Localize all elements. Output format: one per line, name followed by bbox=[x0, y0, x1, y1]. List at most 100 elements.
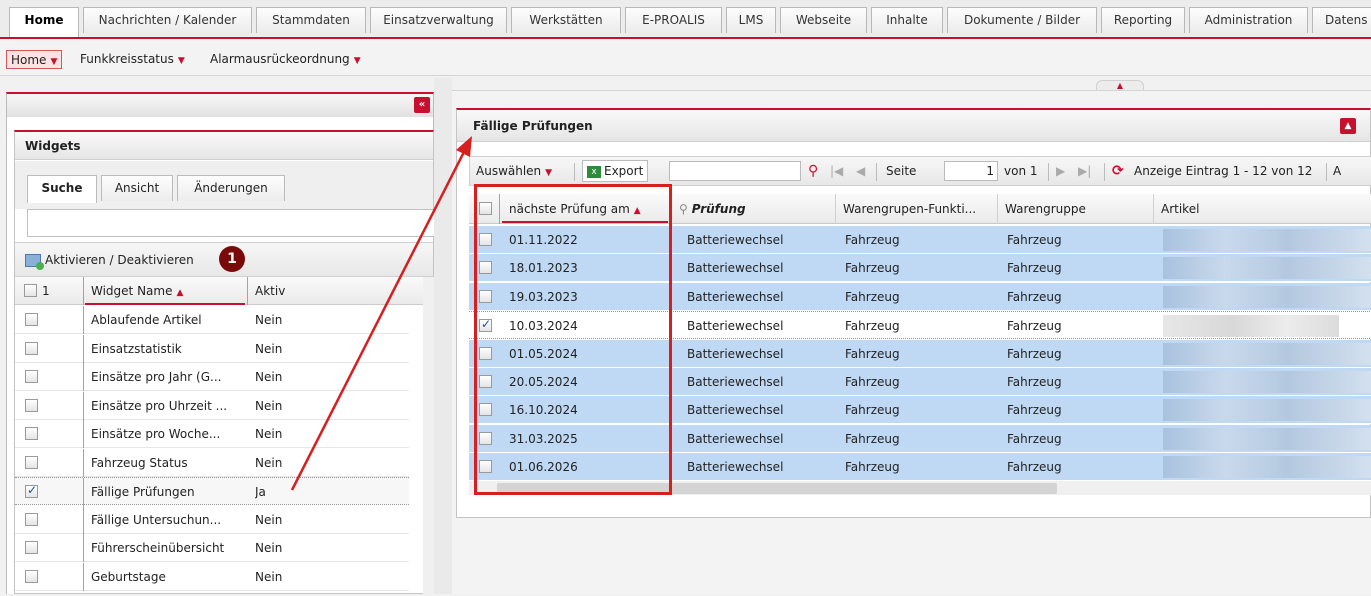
step-badge: 1 bbox=[219, 246, 245, 272]
search-icon[interactable]: ⚲ bbox=[808, 157, 818, 185]
widget-active: Nein bbox=[255, 569, 283, 584]
column-separator bbox=[1153, 194, 1154, 224]
col-warengruppe[interactable]: Warengruppe bbox=[1005, 194, 1086, 224]
select-all-checkbox[interactable] bbox=[24, 284, 37, 297]
warengruppen-funktion: Fahrzeug bbox=[845, 431, 900, 446]
highlight-box bbox=[474, 184, 672, 495]
tab-einsatzverwaltung[interactable]: Einsatzverwaltung bbox=[370, 7, 507, 33]
tab-dokumente-bilder[interactable]: Dokumente / Bilder bbox=[947, 7, 1097, 33]
tab-reporting[interactable]: Reporting bbox=[1101, 7, 1185, 33]
widgets-search-input[interactable] bbox=[27, 209, 435, 237]
widget-row[interactable]: Einsätze pro Jahr (G... Nein bbox=[15, 363, 409, 391]
pruefung-name: Batteriewechsel bbox=[687, 346, 784, 361]
main-tab-bar: Home Nachrichten / Kalender Stammdaten E… bbox=[0, 0, 1371, 38]
widget-name: Führerscheinübersicht bbox=[91, 541, 225, 555]
warengruppen-funktion: Fahrzeug bbox=[845, 233, 900, 247]
tab-e-proalis[interactable]: E-PROALIS bbox=[625, 7, 722, 33]
col-artikel[interactable]: Artikel bbox=[1161, 194, 1199, 224]
col-warengruppen-funktion[interactable]: Warengrupen-Funkti... bbox=[843, 194, 995, 224]
artikel-redacted bbox=[1163, 371, 1371, 393]
widget-active: Nein bbox=[255, 398, 283, 413]
widget-name: Einsätze pro Woche... bbox=[91, 427, 221, 441]
widgets-toolbar: Aktivieren / Deaktivieren 1 bbox=[15, 242, 433, 277]
widgets-title: Widgets bbox=[15, 132, 433, 160]
artikel-redacted bbox=[1163, 456, 1371, 479]
row-checkbox[interactable] bbox=[25, 427, 38, 440]
widget-row[interactable]: Einsatzstatistik Nein bbox=[15, 334, 409, 363]
row-checkbox[interactable] bbox=[25, 512, 38, 526]
column-separator bbox=[83, 277, 84, 305]
col-aktiv[interactable]: Aktiv bbox=[255, 277, 285, 305]
select-dropdown[interactable]: Auswählen ▼ bbox=[476, 157, 552, 185]
activate-deactivate-button[interactable]: Aktivieren / Deaktivieren bbox=[25, 250, 194, 270]
tab-nachrichten-kalender[interactable]: Nachrichten / Kalender bbox=[83, 7, 252, 33]
row-checkbox[interactable] bbox=[25, 341, 38, 355]
splitter-collapse-icon[interactable]: ▲ bbox=[1096, 80, 1144, 90]
grid-search-input[interactable] bbox=[669, 161, 801, 181]
widget-row[interactable]: Einsätze pro Woche... Nein bbox=[15, 420, 409, 448]
row-checkbox[interactable] bbox=[25, 483, 38, 498]
toolbar-separator bbox=[1048, 163, 1049, 181]
widget-name: Einsätze pro Jahr (G... bbox=[91, 370, 222, 384]
tab-datens[interactable]: Datens bbox=[1312, 7, 1371, 33]
col-pruefung[interactable]: ⚲ Prüfung bbox=[679, 194, 746, 224]
column-separator bbox=[83, 306, 84, 334]
row-checkbox[interactable] bbox=[25, 313, 38, 326]
tab-bar-underline bbox=[0, 37, 1371, 39]
last-page-icon[interactable]: ▶| bbox=[1078, 157, 1091, 185]
sub-navigation: Home ▼ Funkkreisstatus ▼ Alarmausrückeordn… bbox=[0, 40, 1371, 76]
first-page-icon[interactable]: |◀ bbox=[830, 157, 843, 185]
widget-row[interactable]: Einsätze pro Uhrzeit ... Nein bbox=[15, 391, 409, 420]
subnav-home[interactable]: Home ▼ bbox=[6, 50, 63, 69]
pruefung-name: Batteriewechsel bbox=[687, 375, 784, 389]
tab-inhalte[interactable]: Inhalte bbox=[871, 7, 943, 33]
col-widget-name[interactable]: Widget Name ▲ bbox=[91, 277, 241, 305]
widget-row[interactable]: Fahrzeug Status Nein bbox=[15, 448, 409, 477]
row-checkbox[interactable] bbox=[25, 370, 38, 383]
tab-stammdaten[interactable]: Stammdaten bbox=[256, 7, 366, 33]
collapse-panel-icon[interactable]: ▲ bbox=[1340, 118, 1356, 134]
row-checkbox[interactable] bbox=[25, 455, 38, 469]
filter-icon: ⚲ bbox=[679, 202, 688, 216]
row-checkbox[interactable] bbox=[25, 541, 38, 554]
subnav-funkkreisstatus[interactable]: Funkkreisstatus ▼ bbox=[76, 50, 189, 69]
collapse-left-icon[interactable]: « bbox=[414, 97, 430, 113]
column-separator bbox=[835, 194, 836, 224]
next-page-icon[interactable]: ▶ bbox=[1056, 157, 1065, 185]
widget-active: Nein bbox=[255, 541, 283, 555]
widget-active: Nein bbox=[255, 313, 283, 327]
page-count: von 1 bbox=[1004, 164, 1038, 178]
caret-down-icon: ▼ bbox=[177, 56, 185, 66]
subnav-alarmausrueckeordnung[interactable]: Alarmausrückeordnung ▼ bbox=[206, 50, 365, 69]
tab-webseite[interactable]: Webseite bbox=[780, 7, 867, 33]
record-range: Anzeige Eintrag 1 - 12 von 12 bbox=[1134, 164, 1313, 178]
toolbar-separator bbox=[1104, 163, 1105, 181]
tab-werkstaetten[interactable]: Werkstätten bbox=[511, 7, 621, 33]
widget-row[interactable]: Fällige Prüfungen Ja bbox=[15, 477, 409, 506]
tab-suche[interactable]: Suche bbox=[27, 175, 97, 203]
widget-row[interactable]: Fällige Untersuchun... Nein bbox=[15, 505, 409, 534]
widget-row[interactable]: Geburtstage Nein bbox=[15, 562, 409, 591]
tab-administration[interactable]: Administration bbox=[1189, 7, 1308, 33]
panel-splitter[interactable] bbox=[434, 78, 452, 594]
widget-name: Ablaufende Artikel bbox=[91, 313, 202, 327]
tab-home[interactable]: Home bbox=[9, 7, 79, 38]
widget-row[interactable]: Ablaufende Artikel Nein bbox=[15, 306, 409, 334]
warengruppe: Fahrzeug bbox=[1007, 346, 1062, 361]
tab-aenderungen[interactable]: Änderungen bbox=[177, 175, 285, 201]
tab-lms[interactable]: LMS bbox=[726, 7, 776, 33]
column-separator bbox=[247, 277, 248, 305]
widget-active: Nein bbox=[255, 370, 283, 384]
widget-row[interactable]: Führerscheinübersicht Nein bbox=[15, 534, 409, 562]
warengruppe: Fahrzeug bbox=[1007, 431, 1062, 446]
export-button[interactable]: x Export bbox=[582, 160, 649, 182]
prev-page-icon[interactable]: ◀ bbox=[856, 157, 865, 185]
row-checkbox[interactable] bbox=[25, 569, 38, 583]
refresh-icon[interactable]: ⟳ bbox=[1112, 157, 1124, 185]
row-checkbox[interactable] bbox=[25, 398, 38, 412]
column-separator bbox=[83, 562, 84, 591]
page-label: Seite bbox=[886, 164, 917, 178]
page-number-input[interactable]: 1 bbox=[944, 161, 998, 181]
warengruppe: Fahrzeug bbox=[1007, 289, 1062, 304]
tab-ansicht[interactable]: Ansicht bbox=[101, 175, 173, 201]
